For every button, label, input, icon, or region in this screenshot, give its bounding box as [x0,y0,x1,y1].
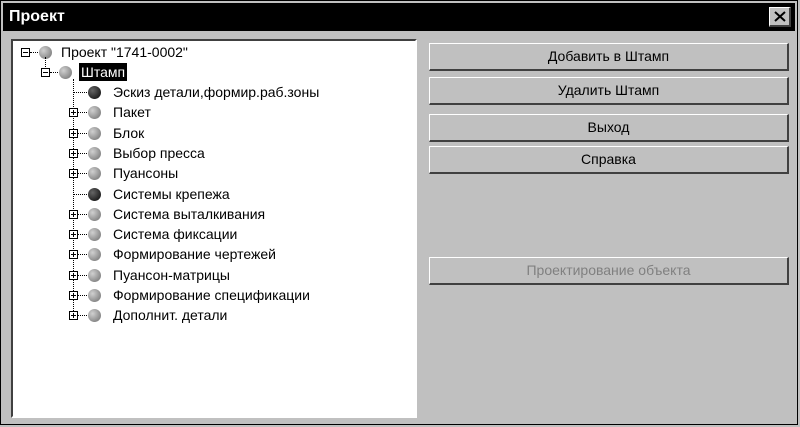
close-icon [773,11,786,22]
tree-node-label: Пуансоны [113,165,179,182]
remove-stamp-button[interactable]: Удалить Штамп [429,77,789,105]
expand-icon[interactable] [69,291,78,300]
expand-icon[interactable] [69,209,78,219]
root-label: Проект "1741-0002" [61,44,188,60]
tree-node-label: Система выталкивания [113,205,266,222]
node-status-icon [88,126,101,140]
project-tree[interactable]: Проект "1741-0002" Штамп Эскиз детали,фо… [11,39,417,418]
tree-node-label: Эскиз детали,формир.раб.зоны [113,84,320,100]
expand-icon[interactable] [69,128,78,138]
exit-button[interactable]: Выход [429,114,789,142]
tree-node-label: Выбор пресса [113,144,205,161]
node-status-icon [88,289,101,302]
tree-node[interactable]: Блок [13,124,413,142]
tree-node-label: Система фиксации [113,226,238,243]
node-status-icon [88,146,101,160]
tree-node[interactable]: Система фиксации [13,225,413,243]
tree-node-label: Системы крепежа [113,185,230,202]
expand-icon[interactable] [69,250,78,260]
tree-node-label: Пуансон-матрицы [113,266,230,283]
design-object-button[interactable]: Проектирование объекта [429,257,789,285]
title-bar[interactable]: Проект [3,3,795,31]
tree-node-label: Формирование чертежей [113,246,276,263]
stamp-label: Штамп [79,63,128,81]
tree-node[interactable]: Системы крепежа [13,185,413,203]
tree-node-label: Формирование спецификации [113,287,310,303]
expand-icon[interactable] [69,108,78,118]
node-status-icon [88,248,101,262]
tree-node[interactable]: Дополнит. детали [13,306,413,324]
expand-icon[interactable] [69,169,78,179]
expand-icon[interactable] [69,148,78,158]
node-status-icon [88,207,101,221]
node-status-icon [88,106,101,120]
window-title: Проект [9,8,65,25]
tree-node[interactable]: Пакет [13,103,413,121]
help-button[interactable]: Справка [429,146,789,174]
tree-node-label: Пакет [113,104,151,121]
node-status-icon [88,167,101,181]
node-status-icon [88,187,101,201]
node-status-icon [88,86,101,99]
expand-icon[interactable] [69,270,78,280]
tree-node[interactable]: Система выталкивания [13,205,413,223]
tree-node-label: Дополнит. детали [113,307,228,324]
collapse-icon[interactable] [21,48,30,57]
stamp-node-icon [59,66,72,79]
tree-root[interactable]: Проект "1741-0002" [13,43,413,61]
tree-node[interactable]: Пуансоны [13,164,413,182]
collapse-icon[interactable] [41,68,50,77]
expand-icon[interactable] [69,311,78,321]
help-label: Справка [581,151,636,167]
project-window: Проект Проект "1741-0002" Штамп Эскиз де… [0,0,798,425]
tree-node[interactable]: Выбор пресса [13,144,413,162]
expand-icon[interactable] [69,230,78,240]
tree-node[interactable]: Пуансон-матрицы [13,266,413,284]
node-status-icon [88,268,101,282]
node-status-icon [88,228,101,242]
close-button[interactable] [769,7,791,27]
tree-node[interactable]: Эскиз детали,формир.раб.зоны [13,83,413,101]
node-status-icon [88,309,101,323]
tree-node[interactable]: Формирование спецификации [13,286,413,304]
tree-node[interactable]: Формирование чертежей [13,245,413,263]
exit-label: Выход [587,119,630,135]
tree-node-label: Блок [113,124,145,141]
add-to-stamp-button[interactable]: Добавить в Штамп [429,43,789,71]
